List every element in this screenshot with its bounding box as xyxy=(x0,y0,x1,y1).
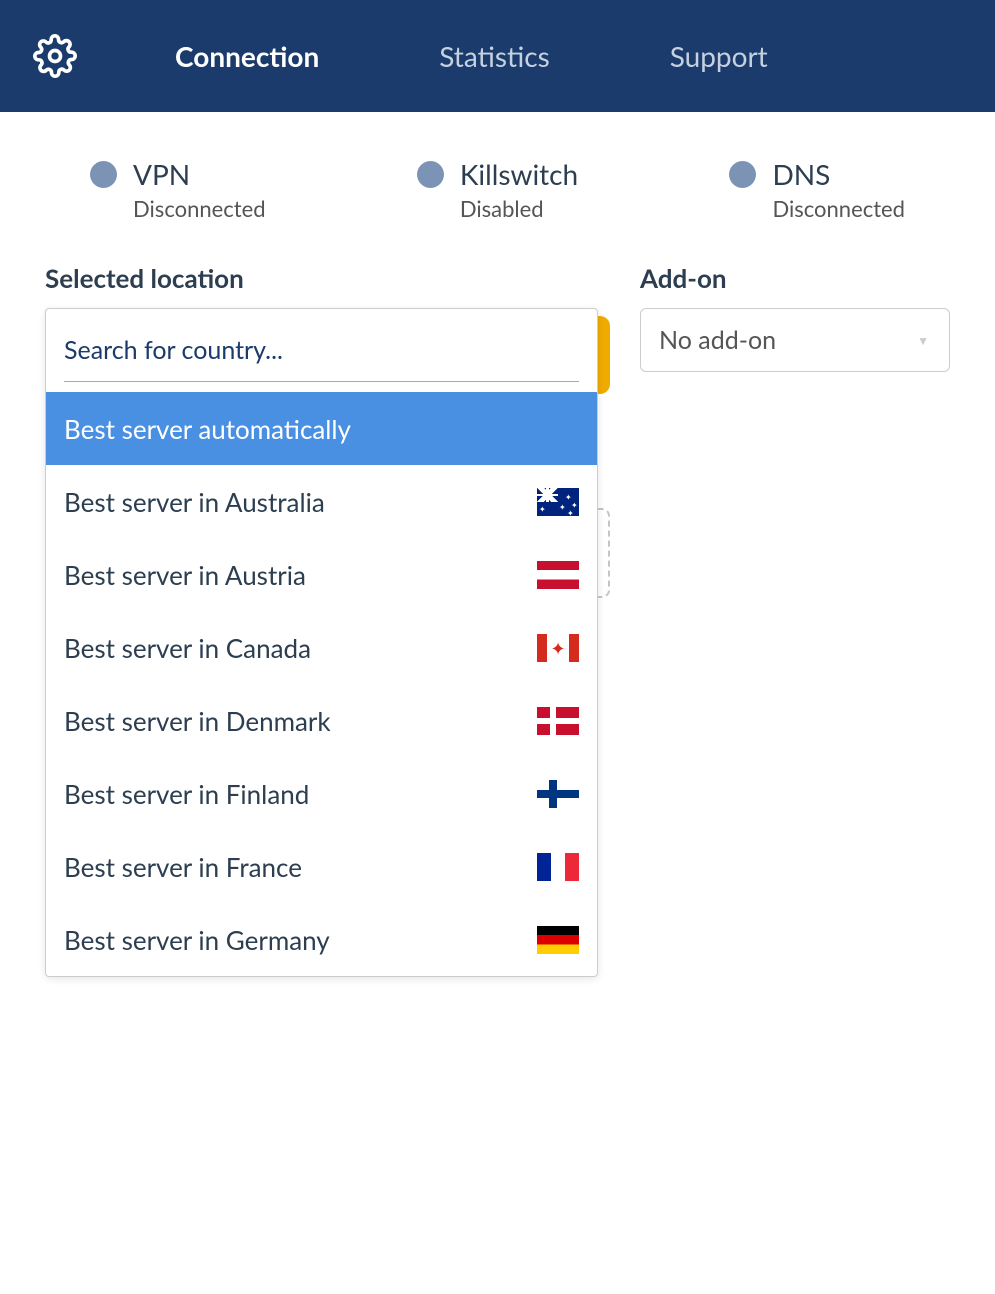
location-option[interactable]: Best server in Austria xyxy=(46,538,597,611)
location-option-label: Best server in Canada xyxy=(64,632,311,664)
status-killswitch-title: Killswitch xyxy=(460,157,578,191)
status-dns-title: DNS xyxy=(772,157,905,191)
location-dropdown: Best server automatically Best server in … xyxy=(45,308,598,977)
tab-statistics[interactable]: Statistics xyxy=(439,39,549,73)
gear-icon[interactable] xyxy=(30,31,80,81)
tab-connection[interactable]: Connection xyxy=(175,39,319,73)
chevron-down-icon: ▼ xyxy=(917,333,929,348)
location-option[interactable]: Best server in Denmark xyxy=(46,684,597,757)
location-option-label: Best server in Germany xyxy=(64,924,330,956)
flag-icon xyxy=(537,780,579,808)
location-option-label: Best server in Austria xyxy=(64,559,306,591)
flag-icon xyxy=(537,853,579,881)
location-option-label: Best server in Australia xyxy=(64,486,325,518)
status-row: VPN Disconnected Killswitch Disabled DNS… xyxy=(0,112,995,262)
location-option[interactable]: Best server in Finland xyxy=(46,757,597,830)
status-vpn-sub: Disconnected xyxy=(133,195,266,222)
flag-icon: ✦ xyxy=(537,634,579,662)
status-dns: DNS Disconnected xyxy=(729,157,905,222)
header-tabs: Connection Statistics Support xyxy=(175,39,768,73)
status-killswitch: Killswitch Disabled xyxy=(417,157,578,222)
tab-support[interactable]: Support xyxy=(670,39,768,73)
location-option[interactable]: Best server in France xyxy=(46,830,597,903)
status-dot-icon xyxy=(417,161,444,188)
addon-selected-value: No add-on xyxy=(659,325,776,355)
location-option-label: Best server automatically xyxy=(64,413,351,445)
status-killswitch-sub: Disabled xyxy=(460,195,578,222)
status-dns-sub: Disconnected xyxy=(772,195,905,222)
location-option[interactable]: Best server in Germany xyxy=(46,903,597,976)
flag-icon xyxy=(537,561,579,589)
location-option[interactable]: Best server in Canada ✦ xyxy=(46,611,597,684)
status-vpn-title: VPN xyxy=(133,157,266,191)
status-vpn: VPN Disconnected xyxy=(90,157,266,222)
location-option[interactable]: Best server in Australia ✦✦✦✦✦ xyxy=(46,465,597,538)
location-option[interactable]: Best server automatically xyxy=(46,392,597,465)
flag-icon xyxy=(537,926,579,954)
addon-label: Add-on xyxy=(640,262,950,294)
selected-location-label: Selected location xyxy=(45,262,610,294)
location-option-label: Best server in Denmark xyxy=(64,705,331,737)
status-dot-icon xyxy=(90,161,117,188)
flag-icon xyxy=(537,707,579,735)
flag-icon: ✦✦✦✦✦ xyxy=(537,488,579,516)
location-option-label: Best server in France xyxy=(64,851,302,883)
location-option-label: Best server in Finland xyxy=(64,778,309,810)
search-input[interactable] xyxy=(64,327,579,382)
status-dot-icon xyxy=(729,161,756,188)
addon-select[interactable]: No add-on ▼ xyxy=(640,308,950,372)
app-header: Connection Statistics Support xyxy=(0,0,995,112)
